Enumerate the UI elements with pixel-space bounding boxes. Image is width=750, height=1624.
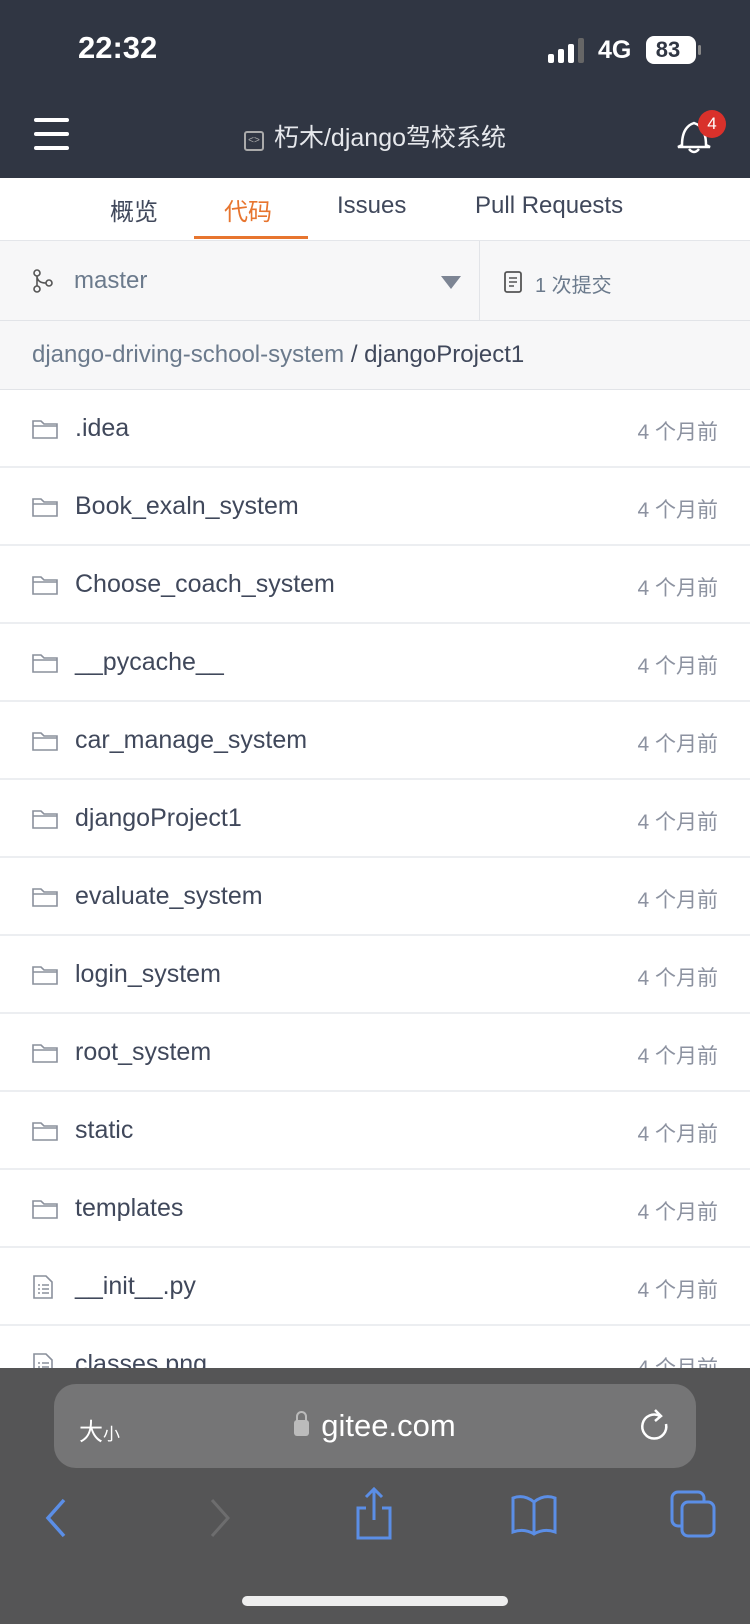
- file-name[interactable]: templates: [75, 1194, 183, 1223]
- branch-icon: [33, 269, 53, 293]
- file-list: .idea 4 个月前 Book_exaln_system 4 个月前 Choose_c…: [0, 390, 750, 1404]
- file-row[interactable]: login_system 4 个月前: [0, 936, 750, 1014]
- file-name[interactable]: evaluate_system: [75, 882, 263, 911]
- divider: [479, 241, 480, 321]
- breadcrumb-current: djangoProject1: [364, 341, 525, 368]
- notification-badge: 4: [698, 110, 726, 138]
- file-updated-time: 4 个月前: [637, 499, 718, 522]
- branch-select[interactable]: master: [74, 267, 147, 295]
- file-row[interactable]: car_manage_system 4 个月前: [0, 702, 750, 780]
- folder-icon: [32, 732, 58, 751]
- folder-icon: [32, 1122, 58, 1141]
- tab-issues[interactable]: Issues: [337, 192, 406, 220]
- battery-icon: 83: [646, 36, 701, 64]
- file-name[interactable]: login_system: [75, 960, 221, 989]
- file-updated-time: 4 个月前: [637, 889, 718, 912]
- back-icon[interactable]: [42, 1498, 70, 1538]
- lock-icon: [294, 1411, 310, 1436]
- file-row[interactable]: Choose_coach_system 4 个月前: [0, 546, 750, 624]
- file-row[interactable]: __pycache__ 4 个月前: [0, 624, 750, 702]
- folder-icon: [32, 810, 58, 829]
- file-name[interactable]: __init__.py: [75, 1272, 196, 1301]
- commits-link[interactable]: 1 次提交: [535, 269, 612, 298]
- file-row[interactable]: __init__.py 4 个月前: [0, 1248, 750, 1326]
- file-row[interactable]: .idea 4 个月前: [0, 390, 750, 468]
- file-name[interactable]: root_system: [75, 1038, 211, 1067]
- code-icon: <>: [243, 131, 264, 151]
- tab-code[interactable]: 代码: [224, 192, 272, 227]
- file-name[interactable]: Choose_coach_system: [75, 570, 335, 599]
- url-text: gitee.com: [321, 1408, 456, 1443]
- folder-icon: [32, 1044, 58, 1063]
- file-row[interactable]: templates 4 个月前: [0, 1170, 750, 1248]
- repo-tabs: 概览 代码 Issues Pull Requests: [0, 178, 750, 241]
- folder-icon: [32, 420, 58, 439]
- branch-bar: master 1 次提交: [0, 241, 750, 321]
- repo-title[interactable]: <> 朽木/django驾校系统: [0, 118, 750, 154]
- forward-icon[interactable]: [206, 1498, 234, 1538]
- file-updated-time: 4 个月前: [637, 577, 718, 600]
- file-name[interactable]: car_manage_system: [75, 726, 307, 755]
- tabs-icon[interactable]: [670, 1490, 716, 1538]
- header: 22:32 4G 83 <> 朽木/django驾校系统 4: [0, 0, 750, 178]
- reload-icon[interactable]: [638, 1406, 672, 1446]
- file-row[interactable]: static 4 个月前: [0, 1092, 750, 1170]
- file-updated-time: 4 个月前: [637, 733, 718, 756]
- folder-icon: [32, 576, 58, 595]
- file-updated-time: 4 个月前: [637, 1045, 718, 1068]
- tab-pull-requests[interactable]: Pull Requests: [475, 192, 623, 220]
- chevron-down-icon[interactable]: [441, 276, 461, 289]
- repo-title-text: 朽木/django驾校系统: [273, 124, 507, 152]
- folder-icon: [32, 966, 58, 985]
- tab-overview[interactable]: 概览: [110, 192, 158, 227]
- folder-icon: [32, 498, 58, 517]
- breadcrumb-repo[interactable]: django-driving-school-system: [32, 341, 344, 368]
- file-row[interactable]: Book_exaln_system 4 个月前: [0, 468, 750, 546]
- file-updated-time: 4 个月前: [637, 811, 718, 834]
- file-updated-time: 4 个月前: [637, 421, 718, 444]
- breadcrumb-separator: /: [350, 341, 358, 368]
- file-name[interactable]: Book_exaln_system: [75, 492, 299, 521]
- commit-log-icon: [504, 271, 522, 293]
- file-updated-time: 4 个月前: [637, 1279, 718, 1302]
- file-icon: [33, 1275, 53, 1299]
- file-updated-time: 4 个月前: [637, 1201, 718, 1224]
- home-indicator[interactable]: [242, 1596, 508, 1606]
- file-name[interactable]: .idea: [75, 414, 129, 443]
- file-row[interactable]: djangoProject1 4 个月前: [0, 780, 750, 858]
- folder-icon: [32, 1200, 58, 1219]
- browser-toolbar: 大小 gitee.com: [0, 1368, 750, 1624]
- folder-icon: [32, 888, 58, 907]
- file-name[interactable]: djangoProject1: [75, 804, 242, 833]
- status-time: 22:32: [78, 30, 158, 65]
- share-icon[interactable]: [354, 1486, 394, 1542]
- breadcrumb: django-driving-school-system / djangoPro…: [0, 321, 750, 390]
- bookmarks-icon[interactable]: [510, 1492, 558, 1536]
- signal-icon: [548, 38, 584, 63]
- file-updated-time: 4 个月前: [637, 967, 718, 990]
- network-type: 4G: [598, 36, 632, 64]
- address-bar[interactable]: 大小 gitee.com: [54, 1384, 696, 1468]
- active-tab-indicator: [194, 236, 308, 239]
- file-name[interactable]: __pycache__: [75, 648, 224, 677]
- file-updated-time: 4 个月前: [637, 655, 718, 678]
- file-row[interactable]: evaluate_system 4 个月前: [0, 858, 750, 936]
- file-row[interactable]: root_system 4 个月前: [0, 1014, 750, 1092]
- file-name[interactable]: static: [75, 1116, 133, 1145]
- folder-icon: [32, 654, 58, 673]
- file-updated-time: 4 个月前: [637, 1123, 718, 1146]
